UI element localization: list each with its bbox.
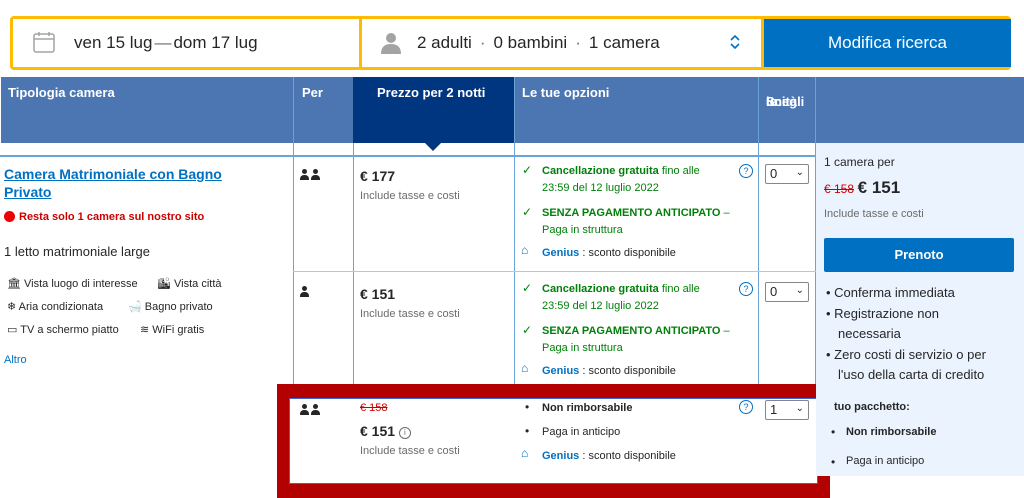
summary-price: € 158 € 151 bbox=[824, 178, 901, 197]
check-icon: ✓ bbox=[522, 205, 533, 219]
occupancy-icon bbox=[300, 168, 320, 183]
person-icon bbox=[381, 32, 401, 57]
occupancy-icon bbox=[300, 403, 320, 418]
package-item: Non rimborsabile bbox=[846, 426, 937, 438]
modify-search-button[interactable]: Modifica ricerca bbox=[764, 19, 1011, 67]
no-prepayment: SENZA PAGAMENTO ANTICIPATO – Paga in stru… bbox=[542, 325, 730, 354]
row-price: € 151 i bbox=[360, 423, 411, 439]
check-icon: ✓ bbox=[522, 323, 533, 337]
guests-selector[interactable]: 2 adulti · 0 bambini · 1 camera bbox=[362, 19, 761, 67]
top-rule bbox=[0, 155, 816, 157]
pay-in-advance: Paga in anticipo bbox=[542, 426, 621, 438]
bullet: • bbox=[525, 424, 530, 438]
row-taxes: Include tasse e costi bbox=[360, 190, 460, 202]
row-price: € 177 bbox=[360, 168, 396, 184]
checkout-date: dom 17 lug bbox=[173, 33, 258, 52]
row-price: € 151 bbox=[360, 286, 396, 302]
chevron-down-icon: ⌄ bbox=[795, 167, 804, 178]
tag-icon: ⌂ bbox=[521, 361, 529, 375]
row-taxes: Include tasse e costi bbox=[360, 308, 460, 320]
unit-select[interactable]: 1 ⌄ bbox=[765, 400, 809, 420]
amenity: ▭ TV a schermo piatto bbox=[7, 324, 119, 336]
amenity: ❄ Aria condizionata bbox=[7, 301, 104, 313]
book-button[interactable]: Prenoto bbox=[824, 238, 1014, 272]
col-divider bbox=[514, 77, 515, 399]
row-divider bbox=[293, 271, 816, 272]
landmark-icon: 🏛 bbox=[7, 278, 21, 290]
city-icon: 🏙 bbox=[157, 278, 171, 290]
red-dot-icon bbox=[4, 211, 15, 222]
package-item: Paga in anticipo bbox=[846, 455, 925, 467]
tag-icon: ⌂ bbox=[521, 243, 529, 257]
check-icon: ✓ bbox=[522, 163, 533, 177]
price-header-pointer bbox=[424, 142, 442, 151]
bullet: • bbox=[525, 400, 530, 414]
amenity: 🛁 Bagno privato bbox=[128, 301, 213, 313]
unit-select[interactable]: 0 ⌄ bbox=[765, 282, 809, 302]
non-refundable: Non rimborsabile bbox=[542, 402, 633, 414]
header-filler bbox=[816, 77, 1024, 143]
package-title: tuo pacchetto: bbox=[834, 401, 910, 413]
summary-taxes: Include tasse e costi bbox=[824, 208, 924, 220]
room-name-link[interactable]: Camera Matrimoniale con Bagno Privato bbox=[4, 165, 284, 201]
rooms-count: 1 camera bbox=[588, 33, 660, 52]
header-room-type: Tipologia camera bbox=[8, 85, 115, 100]
benefit-item: Registrazione non bbox=[834, 305, 939, 321]
genius-discount: Genius : sconto disponibile bbox=[542, 247, 676, 259]
wifi-icon: ≋ bbox=[140, 324, 150, 336]
free-cancellation: Cancellazione gratuita fino alle 23:59 de… bbox=[542, 165, 700, 194]
benefit-item: necessaria bbox=[838, 326, 901, 341]
help-icon[interactable]: ? bbox=[739, 164, 753, 178]
summary-benefits: • Conferma immediata • Registrazione non… bbox=[826, 285, 986, 382]
chevron-down-icon: ⌄ bbox=[795, 285, 804, 296]
more-link[interactable]: Altro bbox=[4, 354, 27, 366]
separator-dot: · bbox=[479, 33, 486, 52]
checkin-date: ven 15 lug bbox=[74, 33, 153, 52]
header-options: Le tue opzioni bbox=[522, 85, 610, 100]
separator-dot: · bbox=[575, 33, 581, 52]
benefit-item: l'uso della carta di credito bbox=[838, 367, 985, 382]
header-price: Prezzo per 2 notti bbox=[353, 77, 514, 143]
free-cancellation: Cancellazione gratuita fino alle 23:59 de… bbox=[542, 283, 700, 312]
urgency-message: Resta solo 1 camera sul nostro sito bbox=[4, 211, 204, 223]
amenity: 🏛 Vista luogo di interesse bbox=[7, 278, 138, 290]
col-divider bbox=[758, 77, 759, 399]
help-icon[interactable]: ? bbox=[739, 400, 753, 414]
benefit-item: Conferma immediata bbox=[834, 285, 955, 300]
date-separator: — bbox=[154, 33, 172, 52]
summary-rooms: 1 camera per bbox=[824, 155, 895, 169]
date-picker[interactable]: ven 15 lug — dom 17 lug bbox=[13, 19, 359, 67]
chevron-down-icon: ⌄ bbox=[795, 403, 804, 414]
genius-discount: Genius : sconto disponibile bbox=[542, 450, 676, 462]
header-per: Per bbox=[302, 85, 323, 100]
bath-icon: 🛁 bbox=[128, 301, 142, 313]
tag-icon: ⌂ bbox=[521, 446, 529, 460]
bullet: • bbox=[831, 425, 836, 439]
row-old-price: € 158 bbox=[360, 402, 388, 414]
occupancy-icon bbox=[300, 285, 309, 300]
help-icon[interactable]: ? bbox=[739, 282, 753, 296]
row-taxes: Include tasse e costi bbox=[360, 445, 460, 457]
amenity: 🏙 Vista città bbox=[157, 278, 222, 290]
search-bar: ven 15 lug — dom 17 lug 2 adulti · 0 bambini… bbox=[10, 16, 1011, 70]
bullet: • bbox=[831, 455, 836, 469]
col-divider bbox=[293, 77, 294, 399]
benefit-item: Zero costi di servizio o per bbox=[834, 346, 986, 362]
no-prepayment: SENZA PAGAMENTO ANTICIPATO – Paga in stru… bbox=[542, 207, 730, 236]
bed-info: 1 letto matrimoniale large bbox=[4, 244, 150, 259]
genius-discount: Genius : sconto disponibile bbox=[542, 365, 676, 377]
amenity: ≋ WiFi gratis bbox=[140, 324, 205, 336]
tv-icon: ▭ bbox=[7, 324, 18, 336]
children-count: 0 bambini bbox=[493, 33, 568, 52]
adults-count: 2 adulti bbox=[417, 33, 472, 52]
unit-select[interactable]: 0 ⌄ bbox=[765, 164, 809, 184]
up-down-chevron-icon bbox=[730, 34, 740, 53]
info-icon[interactable]: i bbox=[398, 427, 411, 439]
check-icon: ✓ bbox=[522, 281, 533, 295]
calendar-icon bbox=[33, 31, 55, 53]
snowflake-icon: ❄ bbox=[7, 301, 17, 313]
